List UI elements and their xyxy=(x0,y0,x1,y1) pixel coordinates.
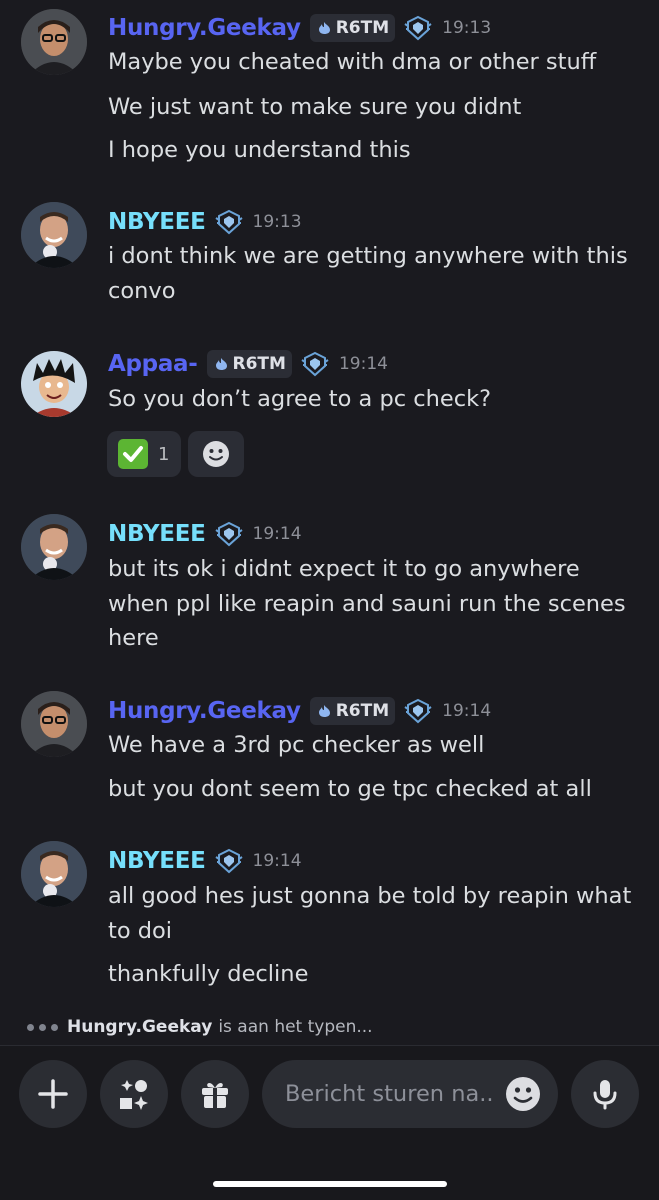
voice-message-button[interactable] xyxy=(571,1060,639,1128)
typing-user: Hungry.Geekay xyxy=(67,1017,213,1037)
emoji-picker-button[interactable] xyxy=(504,1075,542,1117)
author-name[interactable]: Hungry.Geekay xyxy=(108,698,301,724)
author-name[interactable]: NBYEEE xyxy=(108,521,206,547)
timestamp: 19:14 xyxy=(252,851,302,871)
flame-icon xyxy=(215,358,227,370)
message-text: here xyxy=(108,625,159,651)
microphone-icon xyxy=(593,1080,617,1110)
reaction-check[interactable]: 1 xyxy=(107,431,181,477)
avatar[interactable] xyxy=(21,9,87,75)
flame-icon xyxy=(318,705,330,717)
message-input[interactable]: Bericht sturen na.. xyxy=(262,1060,558,1128)
author-name[interactable]: NBYEEE xyxy=(108,848,206,874)
message-text: all good hes just gonna be told by reapi… xyxy=(108,883,632,909)
timestamp: 19:13 xyxy=(442,18,492,38)
rank-badge-icon[interactable] xyxy=(214,209,243,235)
timestamp: 19:13 xyxy=(252,212,302,232)
typing-dots-icon xyxy=(27,1023,58,1031)
check-mark-emoji xyxy=(118,439,148,469)
reaction-count: 1 xyxy=(158,443,170,465)
server-tag-label: R6TM xyxy=(335,18,390,38)
server-tag-label: R6TM xyxy=(335,701,390,721)
add-reaction-button[interactable] xyxy=(188,431,244,477)
server-tag-label: R6TM xyxy=(232,354,286,374)
rank-badge-icon[interactable] xyxy=(404,15,432,41)
server-tag[interactable]: R6TM xyxy=(206,350,292,378)
apps-button[interactable] xyxy=(100,1060,168,1128)
server-tag[interactable]: R6TM xyxy=(309,697,396,725)
message-text: We just want to make sure you didnt xyxy=(108,94,522,120)
avatar[interactable] xyxy=(21,514,87,580)
message-text: thankfully decline xyxy=(108,961,309,987)
apps-icon xyxy=(120,1080,148,1110)
message-text: So you don’t agree to a pc check? xyxy=(108,386,492,412)
message-text: but its ok i didnt expect it to go anywh… xyxy=(108,556,580,582)
message-input-placeholder: Bericht sturen na.. xyxy=(285,1081,494,1107)
avatar[interactable] xyxy=(21,841,87,907)
message-text: i dont think we are getting anywhere wit… xyxy=(108,243,628,269)
message-text: but you dont seem to ge tpc checked at a… xyxy=(108,776,592,802)
gift-icon xyxy=(202,1082,228,1108)
home-indicator[interactable] xyxy=(213,1181,447,1187)
emoji-icon xyxy=(506,1077,540,1111)
timestamp: 19:14 xyxy=(252,524,302,544)
rank-badge-icon[interactable] xyxy=(301,351,329,377)
message-list: Hungry.Geekay R6TM 19:13 Maybe you cheat… xyxy=(0,0,659,1045)
message-text: We have a 3rd pc checker as well xyxy=(108,732,485,758)
author-name[interactable]: Appaa- xyxy=(108,351,198,377)
message-text: I hope you understand this xyxy=(108,137,411,163)
emoji-icon xyxy=(203,441,229,467)
timestamp: 19:14 xyxy=(338,354,388,374)
avatar[interactable] xyxy=(21,351,87,417)
author-name[interactable]: NBYEEE xyxy=(108,209,206,235)
add-attachment-button[interactable] xyxy=(19,1060,87,1128)
avatar[interactable] xyxy=(21,202,87,268)
message-text: to doi xyxy=(108,918,173,944)
author-name[interactable]: Hungry.Geekay xyxy=(108,15,301,41)
flame-icon xyxy=(318,22,330,34)
typing-text: is aan het typen... xyxy=(218,1017,373,1037)
plus-icon xyxy=(38,1079,68,1109)
server-tag[interactable]: R6TM xyxy=(309,14,396,42)
gift-button[interactable] xyxy=(181,1060,249,1128)
message-text: Maybe you cheated with dma or other stuf… xyxy=(108,49,597,75)
message-text: when ppl like reapin and sauni run the s… xyxy=(108,591,626,617)
timestamp: 19:14 xyxy=(442,701,492,721)
rank-badge-icon[interactable] xyxy=(214,521,243,547)
avatar[interactable] xyxy=(21,691,87,757)
typing-indicator: Hungry.Geekay is aan het typen... xyxy=(27,1013,373,1041)
rank-badge-icon[interactable] xyxy=(214,848,243,874)
message-text: convo xyxy=(108,278,176,304)
rank-badge-icon[interactable] xyxy=(404,698,432,724)
